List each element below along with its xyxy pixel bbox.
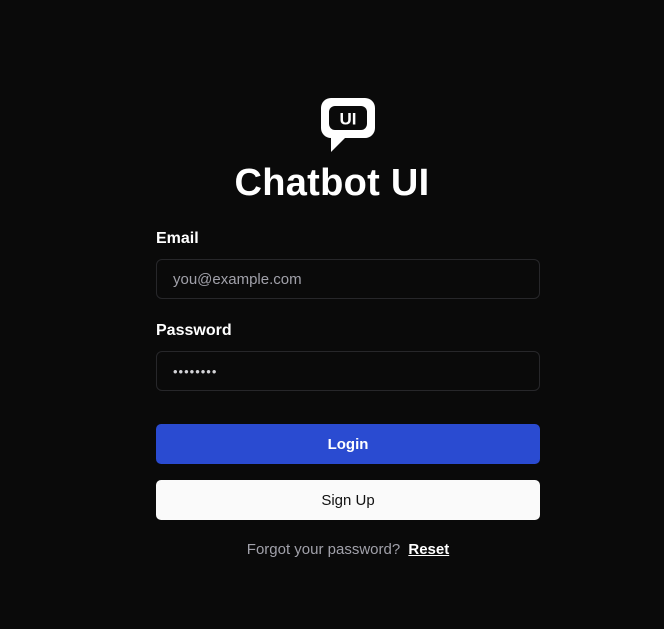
email-label: Email (156, 230, 199, 247)
chatbot-ui-logo-icon: UI (321, 98, 375, 152)
app-title: Chatbot UI (234, 162, 430, 204)
password-field[interactable] (156, 351, 540, 391)
login-form: Email Password Login Sign Up Forgot your… (156, 229, 540, 560)
email-field[interactable] (156, 259, 540, 299)
forgot-password-row: Forgot your password? Reset (156, 540, 540, 560)
signup-button[interactable]: Sign Up (156, 480, 540, 520)
login-page: UI Chatbot UI Email Password Login Sign … (0, 0, 664, 629)
login-button[interactable]: Login (156, 424, 540, 464)
password-label: Password (156, 322, 232, 339)
forgot-password-text: Forgot your password? (246, 541, 401, 558)
logo-text: UI (340, 110, 357, 129)
reset-password-link[interactable]: Reset (408, 541, 449, 558)
